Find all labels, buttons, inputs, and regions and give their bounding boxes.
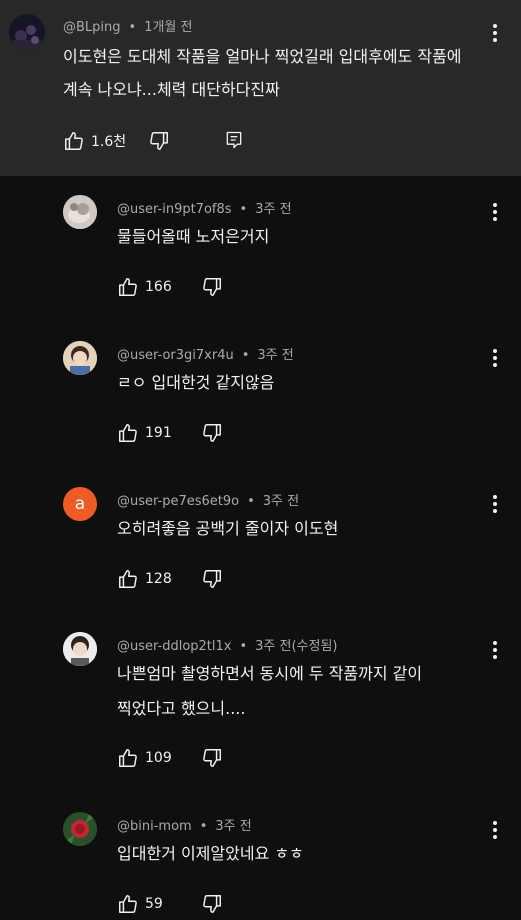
avatar[interactable] [63, 195, 97, 229]
comment-meta: @BLping • 1개월 전 [63, 16, 193, 35]
dislike-button[interactable] [201, 747, 223, 769]
comment-text-line: 이도현은 도대체 작품을 얼마나 찍었길래 입대후에도 작품에 [63, 47, 462, 66]
vertical-dots-icon [493, 24, 497, 42]
dislike-button[interactable] [201, 568, 223, 590]
author-name[interactable]: @user-ddlop2tl1x [117, 639, 231, 654]
thumbs-down-icon [148, 130, 170, 152]
separator-dot: • [239, 202, 248, 217]
comment-text-line: 입대한거 이제알았네요 ㅎㅎ [117, 844, 304, 863]
author-name[interactable]: @user-pe7es6et9o [117, 494, 239, 509]
author-name[interactable]: @user-or3gi7xr4u [117, 348, 234, 363]
like-button[interactable]: 191 [117, 422, 172, 444]
thumbs-down-icon [201, 422, 223, 444]
author-name[interactable]: @bini-mom [117, 819, 192, 834]
comment-icon [224, 130, 244, 150]
avatar[interactable] [63, 632, 97, 666]
like-count: 128 [145, 571, 172, 587]
avatar[interactable] [9, 14, 45, 50]
like-count: 59 [145, 896, 163, 912]
thumbs-up-icon [117, 747, 139, 769]
comment-text-line: 물들어올때 노저은거지 [117, 227, 270, 246]
comment-meta: @user-or3gi7xr4u • 3주 전 [117, 344, 294, 363]
dislike-button[interactable] [201, 422, 223, 444]
vertical-dots-icon [493, 203, 497, 221]
timestamp[interactable]: 3주 전 [263, 494, 299, 509]
separator-dot: • [247, 494, 255, 509]
thumbs-down-icon [201, 276, 223, 298]
thumbs-up-icon [63, 130, 85, 152]
vertical-dots-icon [493, 349, 497, 367]
like-count: 1.6천 [91, 134, 127, 150]
comment-meta: @user-pe7es6et9o • 3주 전 [117, 490, 299, 509]
like-count: 191 [145, 425, 172, 441]
like-count: 109 [145, 750, 172, 766]
dislike-button[interactable] [201, 276, 223, 298]
timestamp[interactable]: 3주 전 [215, 819, 251, 834]
comment-text-line: 계속 나오냐...체력 대단하다진짜 [63, 80, 280, 99]
timestamp[interactable]: 1개월 전 [144, 20, 192, 35]
timestamp[interactable]: 3주 전(수정됨) [255, 639, 337, 654]
dislike-button[interactable] [201, 893, 223, 915]
comment-meta: @user-in9pt7of8s • 3주 전 [117, 198, 292, 217]
like-button[interactable]: 166 [117, 276, 172, 298]
thumbs-down-icon [201, 747, 223, 769]
thumbs-down-icon [201, 893, 223, 915]
avatar[interactable]: a [63, 487, 97, 521]
separator-dot: • [128, 20, 137, 35]
comment-text-line: 오히려좋음 공백기 줄이자 이도현 [117, 519, 339, 538]
timestamp[interactable]: 3주 전 [255, 202, 291, 217]
avatar[interactable] [63, 812, 97, 846]
like-button[interactable]: 128 [117, 568, 172, 590]
dislike-button[interactable] [148, 130, 170, 152]
more-options-button[interactable] [483, 638, 507, 662]
author-name[interactable]: @BLping [63, 20, 121, 35]
vertical-dots-icon [493, 495, 497, 513]
comment-meta: @user-ddlop2tl1x • 3주 전(수정됨) [117, 635, 338, 654]
more-options-button[interactable] [483, 200, 507, 224]
vertical-dots-icon [493, 821, 497, 839]
more-options-button[interactable] [483, 346, 507, 370]
avatar-letter: a [74, 494, 86, 514]
thumbs-up-icon [117, 568, 139, 590]
thumbs-up-icon [117, 422, 139, 444]
comment-text-line: 찍었다고 했으니.... [117, 699, 246, 718]
separator-dot: • [199, 819, 208, 834]
separator-dot: • [241, 348, 250, 363]
highlighted-comment: @BLping • 1개월 전 이도현은 도대체 작품을 얼마나 찍었길래 입대후에… [0, 0, 521, 176]
comment-meta: @bini-mom • 3주 전 [117, 815, 252, 834]
thumbs-down-icon [201, 568, 223, 590]
reply-button[interactable] [224, 130, 244, 150]
like-button[interactable]: 1.6천 [63, 130, 126, 152]
more-options-button[interactable] [483, 492, 507, 516]
timestamp[interactable]: 3주 전 [257, 348, 293, 363]
thumbs-up-icon [117, 276, 139, 298]
thumbs-up-icon [117, 893, 139, 915]
vertical-dots-icon [493, 641, 497, 659]
more-options-button[interactable] [483, 21, 507, 45]
comment-text-line: ㄹㅇ 입대한것 같지않음 [117, 373, 275, 392]
author-name[interactable]: @user-in9pt7of8s [117, 202, 232, 217]
avatar[interactable] [63, 341, 97, 375]
like-button[interactable]: 59 [117, 893, 163, 915]
comment-text-line: 나쁜엄마 촬영하면서 동시에 두 작품까지 같이 [117, 664, 423, 683]
more-options-button[interactable] [483, 818, 507, 842]
separator-dot: • [239, 639, 248, 654]
like-button[interactable]: 109 [117, 747, 172, 769]
like-count: 166 [145, 279, 172, 295]
